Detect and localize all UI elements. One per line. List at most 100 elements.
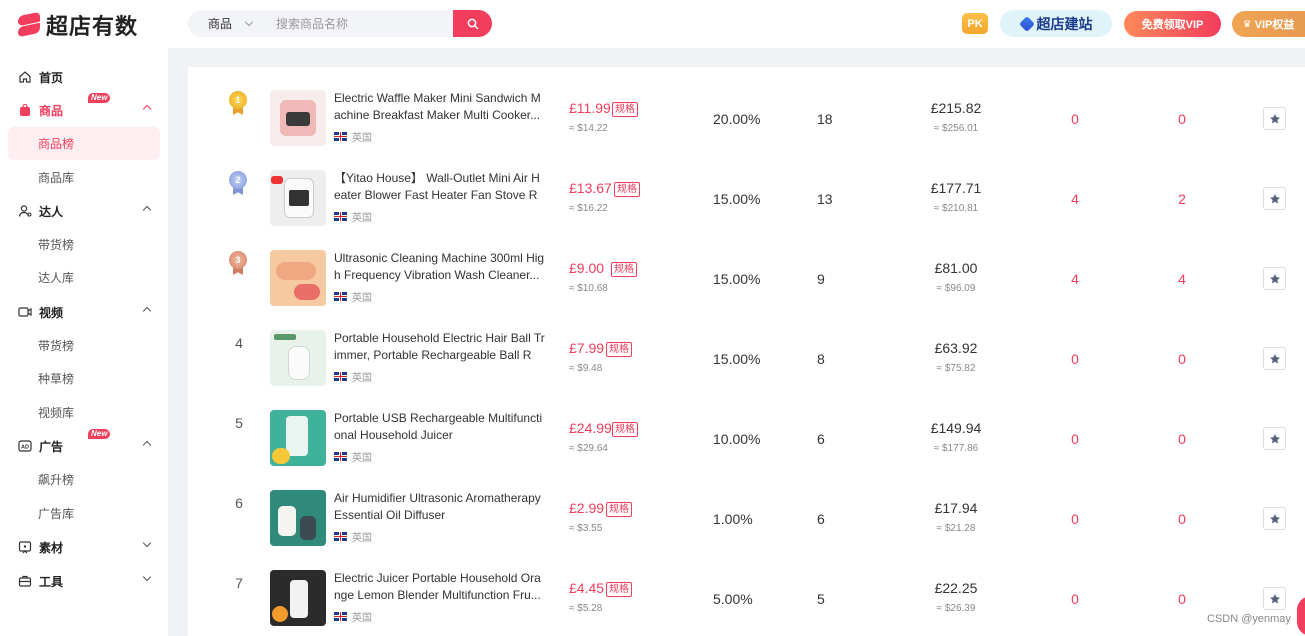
search-input[interactable] [264, 10, 453, 37]
table-row[interactable]: 6 Air Humidifier Ultrasonic Aromatherapy… [188, 467, 1305, 547]
related-videos-count: 2 [1178, 191, 1186, 207]
sidebar-item-video-seeding-ranking[interactable]: 种草榜 [38, 370, 74, 388]
watermark: CSDN @yenmay [1207, 613, 1291, 625]
related-influencers-count: 0 [1071, 111, 1079, 127]
favorite-button[interactable] [1263, 107, 1286, 130]
spec-tag[interactable]: 规格 [614, 182, 640, 197]
related-influencers-count: 4 [1071, 271, 1079, 287]
search-button[interactable] [453, 10, 492, 37]
ad-icon: AD [18, 440, 32, 452]
favorite-button[interactable] [1263, 587, 1286, 610]
favorite-button[interactable] [1263, 347, 1286, 370]
product-price-usd: ≈ $16.22 [569, 203, 608, 214]
related-videos-count: 0 [1178, 431, 1186, 447]
brand-logo[interactable]: 超店有数 [16, 9, 138, 41]
sidebar-item-home[interactable]: 首页 [18, 67, 158, 87]
favorite-button[interactable] [1263, 187, 1286, 210]
favorite-button[interactable] [1263, 427, 1286, 450]
product-price-usd: ≈ $3.55 [569, 523, 603, 534]
new-badge: New [88, 93, 111, 103]
sidebar-item-influencer-library[interactable]: 达人库 [38, 269, 74, 287]
product-title[interactable]: Portable USB Rechargeable Multifunctiona… [334, 410, 546, 444]
related-videos-count: 4 [1178, 271, 1186, 287]
commission-rate: 15.00% [713, 191, 761, 207]
table-row[interactable]: 5 Portable USB Rechargeable Multifunctio… [188, 387, 1305, 467]
sidebar-item-product-ranking[interactable]: 商品榜 [38, 135, 74, 153]
product-thumbnail[interactable] [270, 410, 326, 466]
sidebar-item-video-sales-ranking[interactable]: 带货榜 [38, 337, 74, 355]
uk-flag-icon [334, 612, 347, 621]
sidebar-group-materials[interactable]: 素材 [18, 537, 158, 557]
product-thumbnail[interactable] [270, 490, 326, 546]
related-influencers-count: 0 [1071, 431, 1079, 447]
spec-tag[interactable]: 规格 [606, 582, 632, 597]
product-title[interactable]: Portable Household Electric Hair Ball Tr… [334, 330, 546, 364]
product-price-usd: ≈ $29.64 [569, 443, 608, 454]
sidebar-group-label: 广告 [39, 439, 64, 454]
table-row[interactable]: 2 【Yitao House】 Wall-Outlet Mini Air Hea… [188, 147, 1305, 227]
logo-icon [16, 11, 42, 39]
gmv-value-usd: ≈ $75.82 [936, 363, 976, 374]
sidebar-item-video-library[interactable]: 视频库 [38, 404, 74, 422]
product-thumbnail[interactable] [270, 570, 326, 626]
uk-flag-icon [334, 292, 347, 301]
star-icon [1269, 113, 1280, 123]
rank-number: 4 [235, 335, 243, 351]
product-thumbnail[interactable] [270, 330, 326, 386]
sidebar-group-ads[interactable]: AD 广告 New [18, 429, 158, 456]
new-badge: New [88, 429, 111, 439]
table-row[interactable]: 4 Portable Household Electric Hair Ball … [188, 307, 1305, 387]
spec-tag[interactable]: 规格 [612, 102, 638, 117]
uk-flag-icon [334, 452, 347, 461]
spec-tag[interactable]: 规格 [606, 502, 632, 517]
search-category-select[interactable]: 商品 [188, 15, 264, 32]
gmv-value: £215.82 [930, 100, 982, 116]
sidebar-item-product-library[interactable]: 商品库 [38, 169, 74, 187]
product-country: 英国 [334, 209, 372, 224]
product-title[interactable]: Electric Juicer Portable Household Orang… [334, 570, 546, 604]
favorite-button[interactable] [1263, 267, 1286, 290]
sidebar-item-ads-library[interactable]: 广告库 [38, 505, 74, 523]
build-site-button[interactable]: 超店建站 [1000, 10, 1112, 37]
star-icon [1269, 353, 1280, 363]
sidebar-group-videos[interactable]: 视频 [18, 302, 158, 322]
sidebar-group-influencers[interactable]: 达人 [18, 201, 158, 221]
shopping-bag-icon [20, 103, 30, 116]
material-icon [18, 541, 32, 554]
product-price: £13.67 [569, 180, 612, 196]
favorite-button[interactable] [1263, 507, 1286, 530]
sidebar-group-products[interactable]: 商品 New [18, 93, 158, 120]
related-influencers-count: 0 [1071, 351, 1079, 367]
star-icon [1269, 593, 1280, 603]
bronze-medal-icon: 3 [228, 251, 248, 277]
product-title[interactable]: Air Humidifier Ultrasonic Aromatherapy E… [334, 490, 546, 524]
sales-count: 6 [817, 511, 825, 527]
spec-tag[interactable]: 规格 [611, 262, 637, 277]
pk-button[interactable]: PK [962, 13, 988, 34]
video-icon [18, 307, 32, 317]
product-title[interactable]: Ultrasonic Cleaning Machine 300ml High F… [334, 250, 546, 284]
home-icon [19, 71, 31, 83]
product-price: £7.99 [569, 340, 605, 356]
product-title[interactable]: 【Yitao House】 Wall-Outlet Mini Air Heate… [334, 170, 546, 204]
table-row[interactable]: 7 Electric Juicer Portable Household Ora… [188, 547, 1305, 627]
table-row[interactable]: 3 Ultrasonic Cleaning Machine 300ml High… [188, 227, 1305, 307]
commission-rate: 15.00% [713, 271, 761, 287]
sales-count: 6 [817, 431, 825, 447]
product-thumbnail[interactable] [270, 170, 326, 226]
free-vip-button[interactable]: 免费领取VIP [1124, 11, 1221, 37]
table-row[interactable]: 1 Electric Waffle Maker Mini Sandwich Ma… [188, 67, 1305, 147]
spec-tag[interactable]: 规格 [612, 422, 638, 437]
silver-medal-icon: 2 [228, 171, 248, 197]
sales-count: 13 [817, 191, 833, 207]
vip-rights-button[interactable]: ♛ VIP权益 [1232, 11, 1305, 37]
spec-tag[interactable]: 规格 [606, 342, 632, 357]
sidebar-group-tools[interactable]: 工具 [18, 571, 158, 591]
sidebar-item-influencer-ranking[interactable]: 带货榜 [38, 236, 74, 254]
sidebar-item-ads-rising[interactable]: 飙升榜 [38, 471, 74, 489]
product-thumbnail[interactable] [270, 90, 326, 146]
chevron-down-icon [244, 17, 254, 27]
product-title[interactable]: Electric Waffle Maker Mini Sandwich Mach… [334, 90, 546, 124]
product-thumbnail[interactable] [270, 250, 326, 306]
product-price: £2.99 [569, 500, 605, 516]
